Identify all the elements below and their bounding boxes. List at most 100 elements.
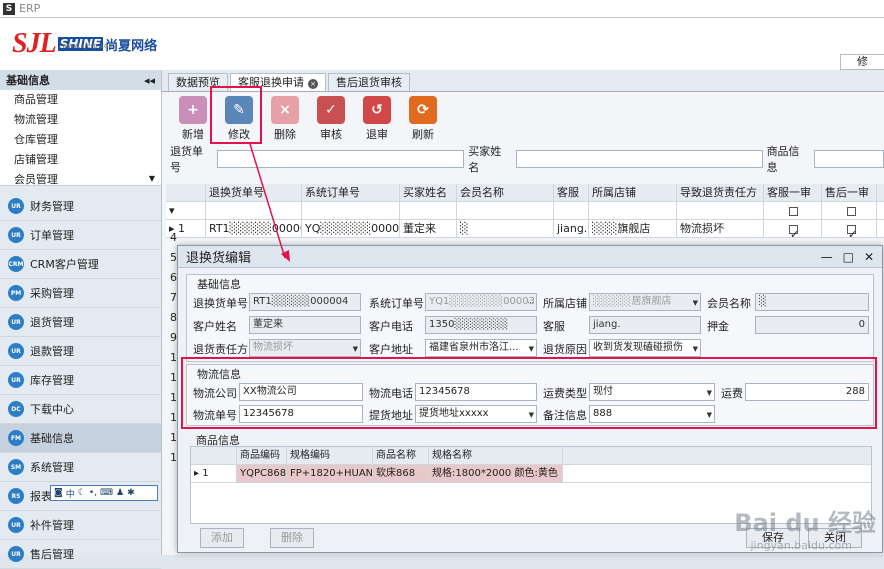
toolbar-button[interactable]: ↺ 退审 bbox=[356, 96, 398, 144]
sidebar-subitem[interactable]: 仓库管理 bbox=[0, 130, 161, 150]
toolbar-button[interactable]: ✓ 审核 bbox=[310, 96, 352, 144]
keyboard-icon[interactable]: ⌨ bbox=[100, 488, 113, 498]
collapse-icon[interactable]: ◂◂ bbox=[144, 74, 155, 87]
wrench-icon[interactable]: ✱ bbox=[127, 488, 135, 498]
col-header[interactable]: 所属店铺 bbox=[589, 184, 677, 201]
return-no-field[interactable]: RT1░░░░░000004 bbox=[249, 293, 361, 311]
module-label: 售后管理 bbox=[30, 548, 74, 561]
col-header[interactable]: 规格编码 bbox=[287, 447, 373, 464]
sidebar-module[interactable]: DC 下载中心 bbox=[0, 395, 161, 424]
deposit-field[interactable]: 0 bbox=[755, 316, 869, 334]
cell[interactable]: YQPC868 bbox=[237, 465, 287, 482]
sidebar-subitem[interactable]: 会员管理 bbox=[0, 170, 161, 185]
delete-button[interactable]: 删除 bbox=[270, 528, 314, 548]
buyer-input[interactable] bbox=[515, 150, 763, 168]
filter-cell[interactable] bbox=[400, 202, 457, 219]
filter-checkbox[interactable] bbox=[822, 202, 877, 219]
sidebar-module[interactable]: UR 退货管理 bbox=[0, 308, 161, 337]
resp-field[interactable]: 物流损坏 ▼ bbox=[249, 339, 361, 357]
member-field[interactable]: ░ bbox=[755, 293, 869, 311]
filter-cell[interactable] bbox=[302, 202, 400, 219]
cell[interactable]: 董定来 bbox=[400, 220, 457, 237]
filter-cell[interactable] bbox=[677, 202, 764, 219]
toolbar-button[interactable]: ⟳ 刷新 bbox=[402, 96, 444, 144]
address-field[interactable]: 福建省泉州市洛江... ▼ bbox=[425, 339, 537, 357]
shop-field[interactable]: ░░░░░居旗舰店 ▼ bbox=[589, 293, 701, 311]
col-header[interactable]: 商品编码 bbox=[237, 447, 287, 464]
scroll-down-icon[interactable]: ▼ bbox=[149, 174, 155, 183]
filter-cell[interactable] bbox=[554, 202, 589, 219]
customer-field[interactable]: 董定来 bbox=[249, 316, 361, 334]
sidebar-module[interactable]: PM 采购管理 bbox=[0, 279, 161, 308]
phone-field[interactable]: 1350░░░░░░░ bbox=[425, 316, 537, 334]
col-header[interactable]: 退换货单号 bbox=[206, 184, 302, 201]
cell[interactable]: FP+1820+HUANG bbox=[287, 465, 373, 482]
sidebar-module[interactable]: UR 订单管理 bbox=[0, 221, 161, 250]
sidebar-module[interactable]: SM 系统管理 bbox=[0, 453, 161, 482]
filter-cell[interactable] bbox=[457, 202, 554, 219]
ellipsis-icon[interactable]: ··· bbox=[527, 295, 534, 310]
sidebar-subitem[interactable]: 店铺管理 bbox=[0, 150, 161, 170]
cell[interactable]: ░ bbox=[457, 220, 554, 237]
col-header[interactable]: 会员名称 bbox=[457, 184, 554, 201]
close-icon[interactable]: ✕ bbox=[864, 250, 874, 264]
cell[interactable]: jiang. bbox=[554, 220, 589, 237]
col-header[interactable]: 规格名称 bbox=[429, 447, 563, 464]
cell[interactable]: 规格:1800*2000 颜色:黄色 bbox=[429, 465, 563, 482]
cell[interactable]: 软床868 bbox=[373, 465, 429, 482]
toolbar-icon: ✓ bbox=[317, 96, 345, 124]
top-tab[interactable]: 修 bbox=[840, 54, 884, 70]
toolbar-button[interactable]: × 删除 bbox=[264, 96, 306, 144]
col-header[interactable]: 系统订单号 bbox=[302, 184, 400, 201]
checkbox-checked[interactable]: ✓ bbox=[764, 220, 822, 237]
product-input[interactable] bbox=[814, 150, 884, 168]
checkbox-checked[interactable]: ✓ bbox=[822, 220, 877, 237]
sidebar-module[interactable]: UR 退款管理 bbox=[0, 337, 161, 366]
maximize-icon[interactable]: □ bbox=[843, 250, 854, 264]
chevron-down-icon[interactable]: ▼ bbox=[693, 341, 698, 356]
field-value: ░░░░░居旗舰店 bbox=[593, 296, 672, 307]
cell[interactable]: YQ░░░░░░0000003 bbox=[302, 220, 400, 237]
sidebar-subitem[interactable]: 物流管理 bbox=[0, 110, 161, 130]
cs-field[interactable]: jiang. bbox=[589, 316, 701, 334]
punct-icon[interactable]: •, bbox=[89, 488, 97, 498]
module-label: 报表 bbox=[30, 490, 52, 503]
cell[interactable]: RT1░░░░░0000004 bbox=[206, 220, 302, 237]
sidebar-subitem[interactable]: 商品管理 bbox=[0, 90, 161, 110]
ime-mode[interactable]: 中 bbox=[66, 487, 75, 500]
sidebar-module[interactable]: FM 基础信息 bbox=[0, 424, 161, 453]
toolbar-button[interactable]: + 新增 bbox=[172, 96, 214, 144]
filter-cell[interactable] bbox=[206, 202, 302, 219]
col-header[interactable]: 买家姓名 bbox=[400, 184, 457, 201]
col-header[interactable]: 售后一审 bbox=[822, 184, 877, 201]
close-icon[interactable]: × bbox=[308, 79, 318, 89]
sidebar-module[interactable]: UR 补件管理 bbox=[0, 511, 161, 540]
col-header[interactable]: 客服 bbox=[554, 184, 589, 201]
tab-after-sale[interactable]: 售后退货审核 bbox=[328, 73, 410, 91]
col-header[interactable]: 商品名称 bbox=[373, 447, 429, 464]
col-header[interactable]: 客服一审 bbox=[764, 184, 822, 201]
minimize-icon[interactable]: — bbox=[821, 250, 833, 264]
filter-checkbox[interactable] bbox=[764, 202, 822, 219]
cell[interactable]: ░░░旗舰店 bbox=[589, 220, 677, 237]
return-no-input[interactable] bbox=[217, 150, 465, 168]
col-header[interactable]: 导致退货责任方 bbox=[677, 184, 764, 201]
table-row[interactable]: ▸ 1 YQPC868 FP+1820+HUANG 软床868 规格:1800*… bbox=[191, 465, 871, 483]
order-no-field[interactable]: YQ1░░░░░░░00003 ··· bbox=[425, 293, 537, 311]
ime-toolbar[interactable]: ◙ 中 ☾ •, ⌨ ♟ ✱ bbox=[50, 485, 158, 501]
filter-icon[interactable]: ▾ bbox=[166, 202, 206, 219]
add-button[interactable]: 添加 bbox=[200, 528, 244, 548]
moon-icon[interactable]: ☾ bbox=[78, 488, 86, 498]
user-icon[interactable]: ♟ bbox=[116, 488, 124, 498]
sidebar-header[interactable]: 基础信息 ◂◂ bbox=[0, 70, 161, 90]
table-row[interactable]: ▸ 1 RT1░░░░░0000004 YQ░░░░░░0000003 董定来 … bbox=[166, 220, 884, 238]
sidebar-module[interactable]: UR 财务管理 bbox=[0, 192, 161, 221]
chevron-down-icon[interactable]: ▼ bbox=[353, 341, 358, 356]
chevron-down-icon[interactable]: ▼ bbox=[693, 295, 698, 310]
sidebar-module[interactable]: CRM CRM客户管理 bbox=[0, 250, 161, 279]
chevron-down-icon[interactable]: ▼ bbox=[529, 341, 534, 356]
cell[interactable]: 物流损坏 bbox=[677, 220, 764, 237]
filter-cell[interactable] bbox=[589, 202, 677, 219]
reason-field[interactable]: 收到货发现磕碰损伤 ▼ bbox=[589, 339, 701, 357]
sidebar-module[interactable]: UR 库存管理 bbox=[0, 366, 161, 395]
